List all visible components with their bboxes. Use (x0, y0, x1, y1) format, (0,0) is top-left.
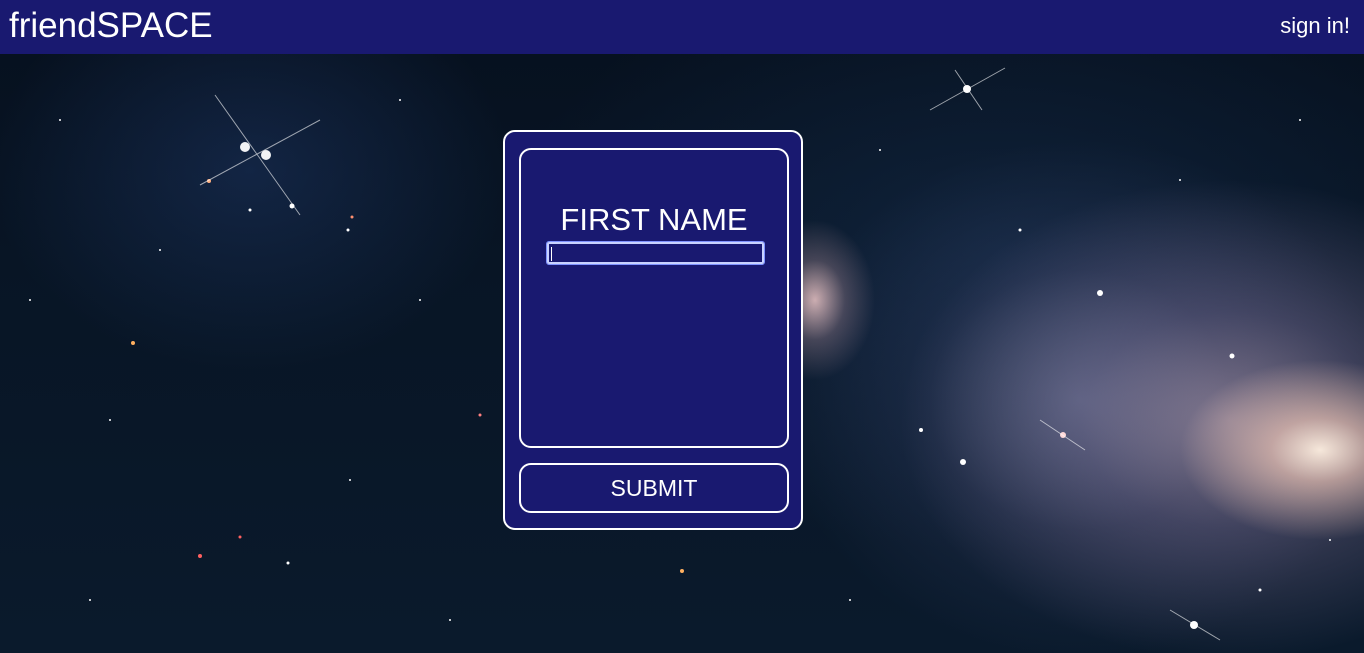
brand-logo[interactable]: friendSPACE (9, 5, 213, 47)
form-panel: FIRST NAME (519, 148, 789, 448)
submit-button[interactable]: SUBMIT (519, 463, 789, 513)
signup-card: FIRST NAME SUBMIT (503, 130, 803, 530)
top-navbar: friendSPACE sign in! (0, 0, 1364, 54)
first-name-label: FIRST NAME (560, 202, 748, 237)
first-name-input[interactable] (546, 241, 765, 265)
sign-in-link[interactable]: sign in! (1280, 12, 1350, 40)
text-caret (551, 247, 552, 261)
